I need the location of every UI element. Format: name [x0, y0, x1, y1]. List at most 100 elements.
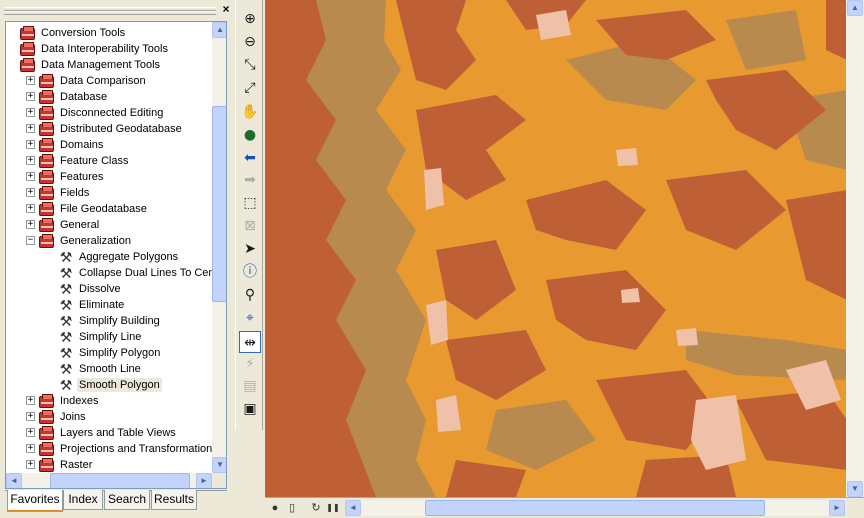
forward-arrow-icon[interactable]: ➡	[239, 169, 261, 191]
expand-plus-icon[interactable]: +	[26, 220, 35, 229]
collapse-minus-icon[interactable]: −	[26, 236, 35, 245]
horizontal-scroll-thumb[interactable]	[50, 473, 190, 488]
tree-toolset-item[interactable]: + Joins	[6, 409, 212, 425]
tree-toolbox-item[interactable]: Data Interoperability Tools	[6, 41, 212, 57]
scroll-down-button[interactable]: ▼	[212, 457, 226, 473]
scroll-left-button[interactable]: ◄	[6, 473, 22, 488]
tree-tool-item[interactable]: ⚒ Simplify Line	[6, 329, 212, 345]
measure-icon[interactable]: ⇹	[239, 331, 261, 353]
toolbox-icon	[39, 394, 54, 408]
map-vertical-scrollbar[interactable]: ▲ ▼	[846, 0, 864, 497]
tree-toolset-item[interactable]: + Projections and Transformations	[6, 441, 212, 457]
map-horizontal-scroll-thumb[interactable]	[425, 500, 765, 516]
tab-results[interactable]: Results	[151, 490, 197, 510]
expand-plus-icon[interactable]: +	[26, 140, 35, 149]
tree-vertical-scrollbar[interactable]: ▲ ▼	[212, 22, 226, 473]
zoom-out-icon[interactable]: ⊖	[239, 31, 261, 53]
map-canvas[interactable]	[266, 0, 847, 497]
tree-tool-item[interactable]: ⚒ Dissolve	[6, 281, 212, 297]
go-to-xy-icon[interactable]: ⌖	[239, 307, 261, 329]
expand-plus-icon[interactable]: +	[26, 188, 35, 197]
fixed-zoom-out-icon[interactable]: ⤢	[239, 77, 261, 99]
tree-tool-item[interactable]: ⚒ Simplify Polygon	[6, 345, 212, 361]
tree-horizontal-scrollbar[interactable]: ◄ ►	[6, 473, 212, 488]
map-scroll-down-button[interactable]: ▼	[847, 481, 863, 497]
map-scroll-up-button[interactable]: ▲	[847, 0, 863, 16]
find-binoculars-icon[interactable]: ⚲	[239, 284, 261, 306]
tree-toolset-item[interactable]: + Raster	[6, 457, 212, 473]
identify-info-icon[interactable]: ⓘ	[239, 261, 261, 283]
tree-item-label: Aggregate Polygons	[79, 251, 179, 263]
pan-hand-icon[interactable]: ✋	[239, 101, 261, 123]
scroll-up-button[interactable]: ▲	[212, 22, 226, 38]
tree-toolset-item[interactable]: + General	[6, 217, 212, 233]
expand-plus-icon[interactable]: +	[26, 428, 35, 437]
full-extent-globe-icon[interactable]: ●	[239, 124, 261, 146]
map-scroll-left-button[interactable]: ◄	[345, 500, 361, 516]
fixed-zoom-in-icon[interactable]: ⤡	[239, 54, 261, 76]
tree-toolset-item[interactable]: + Disconnected Editing	[6, 105, 212, 121]
select-elements-pointer-icon[interactable]: ➤	[239, 238, 261, 260]
expand-plus-icon[interactable]: +	[26, 124, 35, 133]
hammer-tool-icon: ⚒	[59, 361, 73, 377]
panel-title-grip[interactable]	[2, 2, 218, 18]
tree-toolbox-item[interactable]: Conversion Tools	[6, 25, 212, 41]
expand-plus-icon[interactable]: +	[26, 92, 35, 101]
select-features-icon[interactable]: ⬚	[239, 192, 261, 214]
tree-tool-item[interactable]: ⚒ Aggregate Polygons	[6, 249, 212, 265]
expand-plus-icon[interactable]: +	[26, 412, 35, 421]
tree-toolset-item[interactable]: + Database	[6, 89, 212, 105]
layout-view-page-icon[interactable]: ▯	[285, 501, 299, 515]
toolbox-icon	[20, 42, 35, 56]
tree-toolset-item[interactable]: + File Geodatabase	[6, 201, 212, 217]
zoom-in-icon[interactable]: ⊕	[239, 8, 261, 30]
tree-tool-item[interactable]: ⚒ Smooth Polygon	[6, 377, 212, 393]
toolbox-icon	[20, 58, 35, 72]
back-arrow-icon[interactable]: ⬅	[239, 147, 261, 169]
time-slider-window-icon[interactable]: ▣	[239, 398, 261, 420]
expand-plus-icon[interactable]: +	[26, 172, 35, 181]
tab-favorites[interactable]: Favorites	[7, 490, 63, 512]
toolbox-icon	[39, 426, 54, 440]
expand-plus-icon[interactable]: +	[26, 108, 35, 117]
tree-tool-item[interactable]: ⚒ Simplify Building	[6, 313, 212, 329]
panel-close-button[interactable]: ×	[220, 3, 232, 16]
map-horizontal-scrollbar[interactable]: ◄ ►	[345, 500, 845, 516]
pause-drawing-icon[interactable]: ❚❚	[326, 501, 340, 515]
tree-tool-item[interactable]: ⚒ Eliminate	[6, 297, 212, 313]
refresh-icon[interactable]: ↻	[309, 501, 323, 515]
expand-plus-icon[interactable]: +	[26, 204, 35, 213]
map-view[interactable]	[265, 0, 864, 497]
tree-tool-item[interactable]: ⚒ Smooth Line	[6, 361, 212, 377]
tree-toolset-item[interactable]: − Generalization	[6, 233, 212, 249]
tab-search[interactable]: Search	[104, 490, 150, 510]
tree-toolset-item[interactable]: + Data Comparison	[6, 73, 212, 89]
vertical-scroll-thumb[interactable]	[212, 106, 226, 302]
data-view-globe-icon[interactable]: ●	[268, 501, 282, 515]
map-scroll-right-button[interactable]: ►	[829, 500, 845, 516]
tree-toolset-item[interactable]: + Feature Class	[6, 153, 212, 169]
map-status-bar: ● ▯ ↻ ❚❚ ◄ ►	[265, 497, 864, 518]
expand-plus-icon[interactable]: +	[26, 156, 35, 165]
clear-selection-icon[interactable]: ⊠	[239, 215, 261, 237]
tree-toolset-item[interactable]: + Fields	[6, 185, 212, 201]
tree-toolset-item[interactable]: + Domains	[6, 137, 212, 153]
tree-toolset-item[interactable]: + Layers and Table Views	[6, 425, 212, 441]
tree-tool-item[interactable]: ⚒ Collapse Dual Lines To Cent	[6, 265, 212, 281]
tree-item-label: Layers and Table Views	[60, 427, 176, 439]
scroll-right-button[interactable]: ►	[196, 473, 212, 488]
expand-plus-icon[interactable]: +	[26, 76, 35, 85]
tree-toolset-item[interactable]: + Features	[6, 169, 212, 185]
html-popup-icon[interactable]: ▤	[239, 375, 261, 397]
tree-toolset-item[interactable]: + Distributed Geodatabase	[6, 121, 212, 137]
tree-item-label: Database	[60, 91, 108, 103]
expand-plus-icon[interactable]: +	[26, 460, 35, 469]
tree-toolbox-item[interactable]: Data Management Tools	[6, 57, 212, 73]
hyperlink-lightning-icon[interactable]: ⚡	[239, 353, 261, 375]
expand-plus-icon[interactable]: +	[26, 396, 35, 405]
expand-plus-icon[interactable]: +	[26, 444, 35, 453]
tree-toolset-item[interactable]: + Indexes	[6, 393, 212, 409]
tree-item-label: Distributed Geodatabase	[60, 123, 182, 135]
hammer-tool-icon: ⚒	[59, 281, 73, 297]
tab-index[interactable]: Index	[63, 490, 103, 510]
